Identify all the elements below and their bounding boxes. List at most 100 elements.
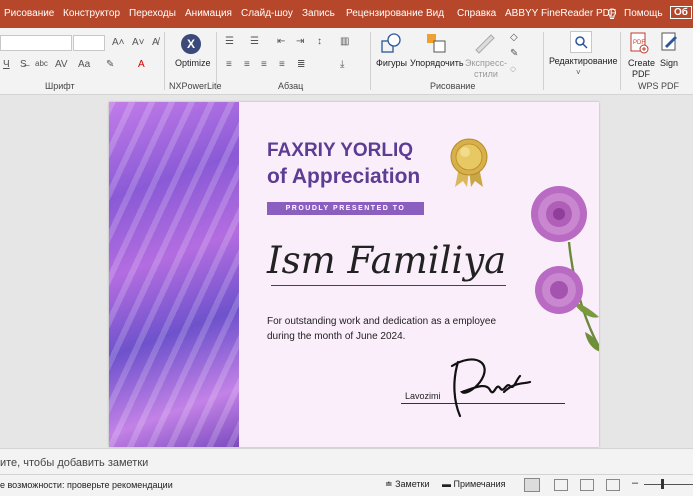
optimize-icon: X: [181, 34, 201, 54]
wps-group-label: WPS PDF: [638, 81, 680, 91]
create-pdf-label-1: Create: [628, 58, 656, 68]
notes-pane[interactable]: ите, чтобы добавить заметки: [0, 448, 693, 475]
certificate-title[interactable]: FAXRIY YORLIQ: [267, 140, 413, 162]
comments-toggle-button[interactable]: ▬ Примечания: [442, 479, 505, 489]
shape-outline-icon[interactable]: ✎: [510, 48, 518, 59]
char-spacing-icon[interactable]: AV: [55, 59, 68, 70]
recipient-name[interactable]: Ism Familiya: [267, 239, 506, 282]
normal-view-icon[interactable]: [524, 478, 540, 492]
separator: [370, 32, 371, 90]
align-right-icon[interactable]: ≡: [261, 59, 267, 70]
increase-indent-icon[interactable]: ⇥: [296, 36, 304, 47]
align-center-icon[interactable]: ≡: [244, 59, 250, 70]
ribbon: A˄ A˅ A̸ Ч S̶ abc AV Aa ✎ A Шрифт X Opti…: [0, 28, 693, 95]
shape-effects-icon[interactable]: ◌: [510, 64, 516, 75]
underline-icon[interactable]: Ч: [3, 59, 10, 70]
font-size-input[interactable]: [73, 35, 105, 51]
columns-icon[interactable]: ▥: [340, 36, 349, 47]
font-color-icon[interactable]: A: [138, 59, 145, 70]
nxpowerlite-group-label: NXPowerLite: [169, 81, 222, 91]
purple-flower-decoration: [531, 186, 599, 352]
create-pdf-label-2: PDF: [632, 69, 650, 79]
tab-record[interactable]: Запись: [302, 8, 335, 19]
highlight-icon[interactable]: ✎: [106, 59, 114, 70]
share-button[interactable]: Об: [670, 6, 692, 19]
slide-editor: FAXRIY YORLIQ of Appreciation PROUDLY PR…: [0, 95, 693, 447]
comments-toggle-label: Примечания: [453, 479, 506, 489]
zoom-slider[interactable]: [644, 484, 693, 485]
tab-abbyy[interactable]: ABBYY FineReader PDF: [505, 8, 616, 19]
shape-fill-icon[interactable]: ◇: [510, 32, 518, 43]
description-line-2: during the month of June 2024.: [267, 331, 406, 342]
notes-icon: ≐: [385, 479, 393, 489]
accessibility-status[interactable]: е возможности: проверьте рекомендации: [0, 480, 173, 490]
change-case-icon[interactable]: Aa: [78, 59, 90, 70]
name-underline: [271, 285, 506, 286]
editing-label: Редактирование: [549, 56, 618, 66]
strikethrough-icon[interactable]: S̶: [20, 59, 27, 70]
description-line-1: For outstanding work and dedication as a…: [267, 316, 497, 327]
optimize-label: Optimize: [175, 58, 211, 68]
tab-drawing[interactable]: Рисование: [4, 8, 54, 19]
ribbon-tab-bar: Рисование Конструктор Переходы Анимация …: [0, 0, 693, 28]
paragraph-group-label: Абзац: [278, 81, 304, 91]
presented-to-banner[interactable]: PROUDLY PRESENTED TO: [267, 202, 424, 215]
justify-icon[interactable]: ≡: [279, 59, 285, 70]
slide-sorter-icon[interactable]: [554, 479, 568, 491]
font-group-label: Шрифт: [45, 81, 75, 91]
drawing-group-label: Рисование: [430, 81, 476, 91]
zoom-slider-thumb[interactable]: [661, 479, 664, 489]
shrink-font-icon[interactable]: A˅: [132, 37, 145, 48]
certificate-description[interactable]: For outstanding work and dedication as a…: [267, 314, 527, 344]
tab-review[interactable]: Рецензирование: [346, 8, 423, 19]
notes-toggle-button[interactable]: ≐ Заметки: [385, 479, 430, 490]
notes-placeholder: ите, чтобы добавить заметки: [0, 457, 149, 469]
pdf-icon: PDF: [630, 32, 649, 54]
tab-view[interactable]: Вид: [426, 8, 444, 19]
decorative-gradient-band: [109, 102, 239, 447]
shadow-icon[interactable]: abc: [35, 59, 48, 68]
tab-tell-me[interactable]: Помощь: [624, 8, 663, 19]
tab-slideshow[interactable]: Слайд-шоу: [241, 8, 293, 19]
status-bar: е возможности: проверьте рекомендации ≐ …: [0, 474, 693, 496]
lightbulb-icon[interactable]: [607, 8, 617, 23]
chevron-down-icon: ˅: [576, 68, 581, 77]
tab-help[interactable]: Справка: [457, 8, 496, 19]
distributed-icon[interactable]: ≣: [297, 59, 305, 70]
separator: [164, 32, 165, 90]
signature-graphic: [450, 358, 532, 418]
separator: [620, 32, 621, 90]
reading-view-icon[interactable]: [580, 479, 594, 491]
zoom-out-icon[interactable]: –: [632, 477, 638, 489]
tab-animations[interactable]: Анимация: [185, 8, 232, 19]
grow-font-icon[interactable]: A˄: [112, 37, 125, 48]
clear-format-icon[interactable]: A̸: [152, 37, 159, 48]
express-styles-icon: [475, 34, 495, 54]
position-label[interactable]: Lavozimi: [405, 391, 441, 401]
slideshow-icon[interactable]: [606, 479, 620, 491]
separator: [216, 32, 217, 90]
text-direction-icon[interactable]: ⤓: [340, 59, 344, 70]
align-left-icon[interactable]: ≡: [226, 59, 232, 70]
sign-icon: [661, 32, 677, 51]
tab-transitions[interactable]: Переходы: [129, 8, 176, 19]
search-icon: [570, 31, 592, 53]
notes-toggle-label: Заметки: [395, 479, 430, 489]
comment-icon: ▬: [442, 479, 451, 489]
arrange-icon: [427, 34, 446, 53]
shapes-icon: [381, 33, 401, 53]
numbering-icon[interactable]: ☰: [250, 36, 259, 47]
certificate-subtitle[interactable]: of Appreciation: [267, 165, 420, 189]
tab-design[interactable]: Конструктор: [63, 8, 120, 19]
gold-seal-icon: [450, 138, 488, 187]
express-styles-label: Экспресс-стили: [465, 58, 507, 79]
arrange-label: Упорядочить: [410, 58, 464, 68]
slide-canvas[interactable]: FAXRIY YORLIQ of Appreciation PROUDLY PR…: [109, 102, 599, 447]
separator: [543, 32, 544, 90]
decrease-indent-icon[interactable]: ⇤: [277, 36, 285, 47]
bullets-icon[interactable]: ☰: [225, 36, 234, 47]
font-name-input[interactable]: [0, 35, 72, 51]
sign-label: Sign: [660, 58, 679, 68]
line-spacing-icon[interactable]: ↕: [317, 36, 322, 47]
shapes-label: Фигуры: [376, 58, 408, 68]
